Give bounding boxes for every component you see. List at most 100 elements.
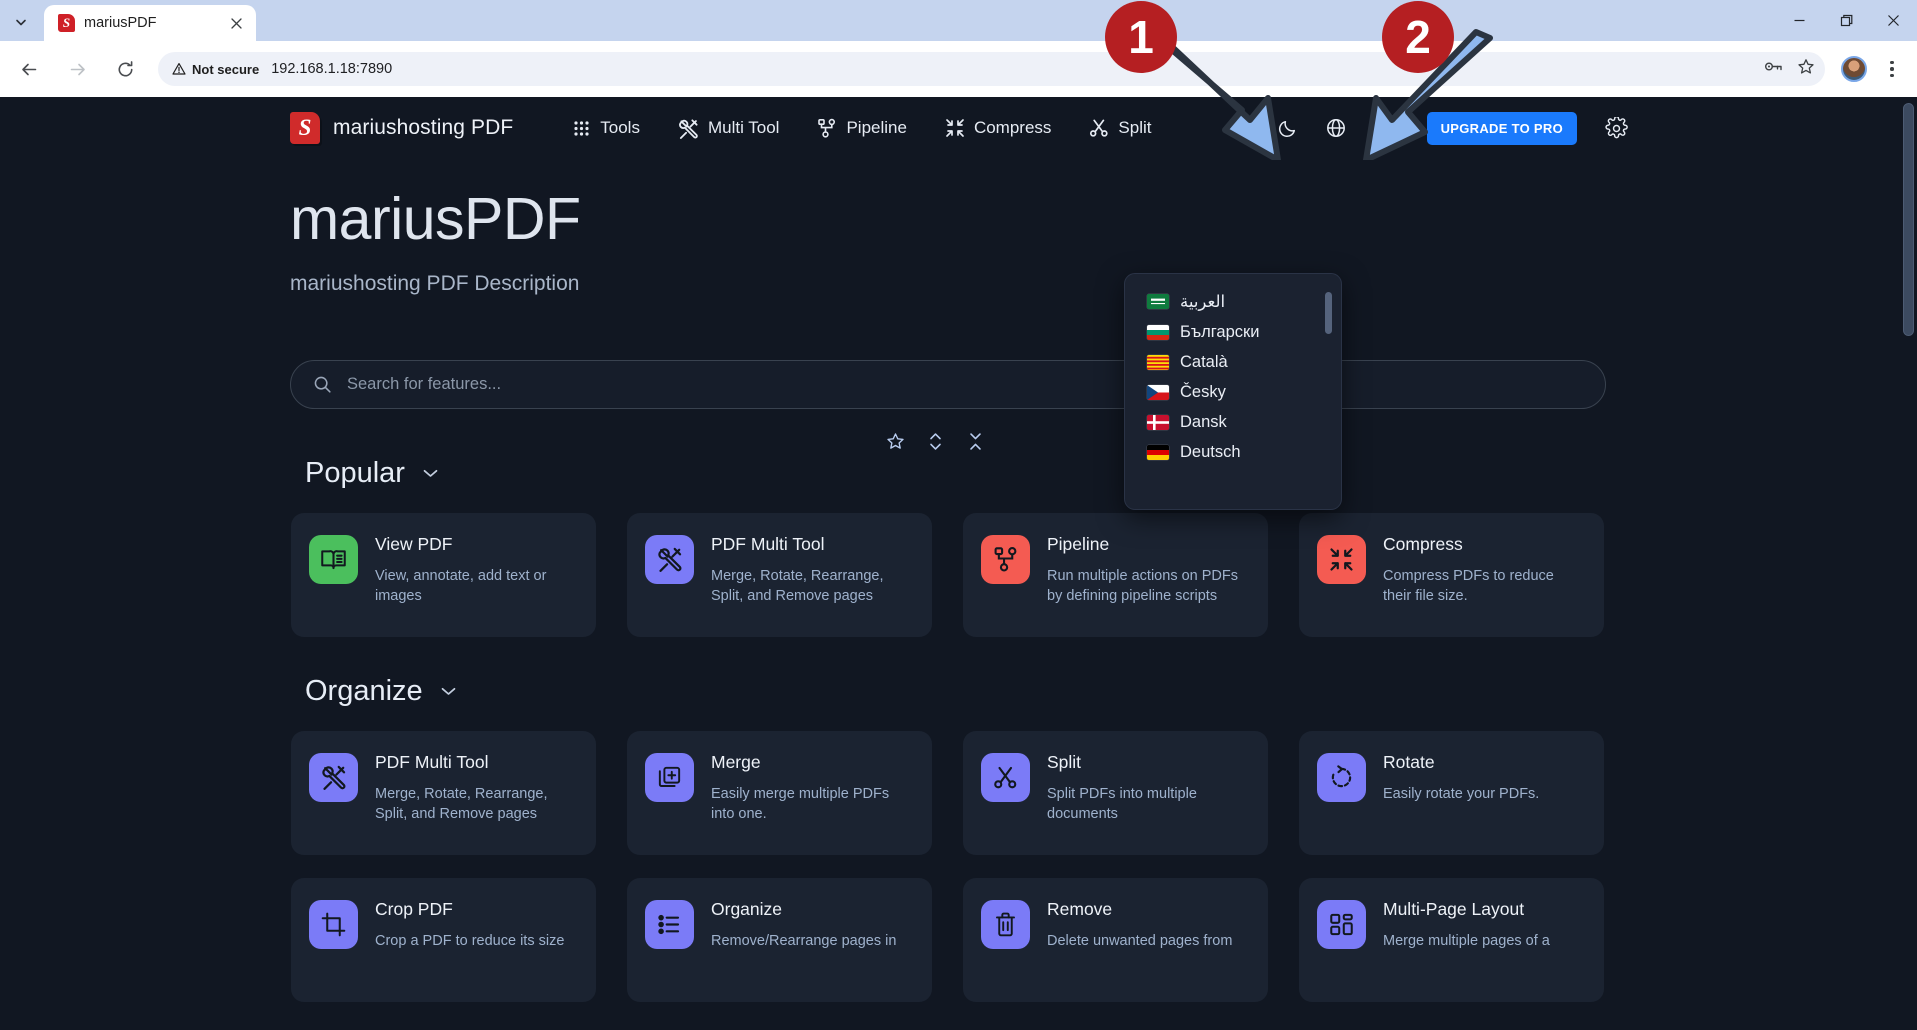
language-option-german[interactable]: Deutsch	[1125, 437, 1341, 467]
tool-card-desc: Run multiple actions on PDFs by defining…	[1047, 567, 1238, 605]
close-icon[interactable]	[1870, 0, 1917, 41]
restore-icon[interactable]	[1823, 0, 1870, 41]
page-scrollbar-track[interactable]	[1900, 97, 1917, 1030]
omnibox-actions	[1764, 52, 1815, 86]
cards-grid-organize-row2: Crop PDF Crop a PDF to reduce its size O…	[0, 877, 1917, 1002]
nav-item-compress[interactable]: Compress	[926, 108, 1070, 148]
tool-card-desc: Merge, Rotate, Rearrange, Split, and Rem…	[711, 567, 884, 605]
section-title: Organize	[305, 674, 423, 707]
tool-card-title: PDF Multi Tool	[711, 533, 825, 554]
language-option-danish[interactable]: Dansk	[1125, 407, 1341, 437]
annotation-badge-1: 1	[1105, 1, 1177, 73]
tool-card-merge[interactable]: Merge Easily merge multiple PDFs into on…	[627, 730, 932, 855]
security-indicator[interactable]: Not secure	[172, 62, 271, 77]
browser-tab[interactable]: mariusPDF	[44, 5, 256, 41]
tool-card-title: Remove	[1047, 898, 1113, 919]
nav-item-multi-tool[interactable]: Multi Tool	[659, 108, 799, 148]
tool-card-split[interactable]: Split Split PDFs into multiple documents	[963, 730, 1268, 855]
tool-card-title: View PDF	[375, 533, 453, 554]
page-scrollbar-thumb[interactable]	[1903, 103, 1914, 336]
language-option-arabic[interactable]: العربية	[1125, 286, 1341, 317]
layout-grid-icon	[1317, 899, 1366, 949]
scissors-icon	[981, 752, 1030, 802]
chevron-down-icon[interactable]	[440, 686, 457, 697]
forward-arrow-icon[interactable]	[59, 51, 95, 87]
expand-vertical-icon[interactable]	[922, 429, 948, 455]
tool-card-desc: Easily rotate your PDFs.	[1383, 785, 1540, 802]
tool-card-desc: Merge, Rotate, Rearrange, Split, and Rem…	[375, 785, 548, 823]
bookmark-star-icon[interactable]	[1797, 58, 1815, 81]
tool-card-pipeline[interactable]: Pipeline Run multiple actions on PDFs by…	[963, 512, 1268, 637]
star-icon[interactable]	[882, 429, 908, 455]
tool-card-desc: View, annotate, add text or images	[375, 567, 547, 605]
language-option-label: Česky	[1180, 382, 1226, 401]
tool-card-multi-page-layout[interactable]: Multi-Page Layout Merge multiple pages o…	[1299, 877, 1604, 1002]
reload-icon[interactable]	[107, 51, 143, 87]
tool-card-crop-pdf[interactable]: Crop PDF Crop a PDF to reduce its size	[291, 877, 596, 1002]
tool-card-remove[interactable]: Remove Delete unwanted pages from	[963, 877, 1268, 1002]
tool-card-desc: Delete unwanted pages from	[1047, 932, 1233, 949]
tool-card-title: PDF Multi Tool	[375, 751, 489, 772]
moon-icon[interactable]	[1267, 107, 1309, 149]
hero: mariusPDF mariushosting PDF Description	[0, 159, 1917, 296]
list-icon	[645, 899, 694, 949]
trash-icon	[981, 899, 1030, 949]
kebab-menu-icon[interactable]	[1879, 54, 1905, 84]
upgrade-to-pro-button[interactable]: UPGRADE TO PRO	[1426, 111, 1577, 145]
brand-name: mariushosting PDF	[333, 116, 514, 139]
search-input[interactable]: Search for features...	[347, 375, 501, 394]
minimize-icon[interactable]	[1776, 0, 1823, 41]
toolbar-right	[1833, 54, 1905, 84]
tool-card-desc: Split PDFs into multiple documents	[1047, 785, 1197, 823]
tab-strip: mariusPDF	[0, 0, 1917, 41]
search-icon[interactable]	[1363, 107, 1405, 149]
flag-bg-icon	[1147, 324, 1169, 340]
tool-card-compress[interactable]: Compress Compress PDFs to reduce their f…	[1299, 512, 1604, 637]
merge-plus-icon	[645, 752, 694, 802]
globe-icon[interactable]	[1315, 107, 1357, 149]
language-dropdown[interactable]: العربية Български Català Česky Dansk Deu	[1124, 273, 1342, 510]
gear-icon[interactable]	[1595, 107, 1637, 149]
annotation-badge-2: 2	[1382, 1, 1454, 73]
tool-card-title: Multi-Page Layout	[1383, 898, 1525, 919]
language-option-czech[interactable]: Česky	[1125, 377, 1341, 407]
collapse-vertical-icon[interactable]	[962, 429, 988, 455]
nav-item-label: Compress	[973, 118, 1052, 137]
tool-card-pdf-multi-tool[interactable]: PDF Multi Tool Merge, Rotate, Rearrange,…	[291, 730, 596, 855]
language-option-catalan[interactable]: Català	[1125, 347, 1341, 377]
section-title: Popular	[305, 456, 405, 489]
nav-item-split[interactable]: Split	[1070, 108, 1170, 148]
tool-card-view-pdf[interactable]: View PDF View, annotate, add text or ima…	[291, 512, 596, 637]
tools-hammer-wrench-icon	[645, 534, 694, 584]
pipeline-nodes-icon	[818, 118, 836, 138]
tool-card-title: Crop PDF	[375, 898, 453, 919]
avatar[interactable]	[1841, 56, 1867, 82]
tab-search-button[interactable]	[4, 7, 38, 37]
tool-card-desc: Easily merge multiple PDFs into one.	[711, 785, 890, 823]
search-box[interactable]: Search for features...	[290, 359, 1606, 409]
cards-grid-popular: View PDF View, annotate, add text or ima…	[0, 512, 1917, 637]
section-header-organize[interactable]: Organize	[0, 675, 1917, 708]
tool-card-rotate[interactable]: Rotate Easily rotate your PDFs.	[1299, 730, 1604, 855]
tool-card-pdf-multi-tool[interactable]: PDF Multi Tool Merge, Rotate, Rearrange,…	[627, 512, 932, 637]
back-arrow-icon[interactable]	[11, 51, 47, 87]
url-text: 192.168.1.18:7890	[271, 61, 393, 77]
star-icon[interactable]	[1219, 107, 1261, 149]
chevron-down-icon[interactable]	[422, 468, 439, 479]
tool-card-organize[interactable]: Organize Remove/Rearrange pages in	[627, 877, 932, 1002]
close-icon[interactable]	[226, 13, 246, 33]
tool-card-title: Pipeline	[1047, 533, 1110, 554]
password-key-icon[interactable]	[1764, 59, 1783, 79]
language-option-label: Dansk	[1180, 412, 1227, 431]
app-navbar-actions: UPGRADE TO PRO	[1219, 107, 1917, 149]
language-option-label: Deutsch	[1180, 442, 1241, 461]
address-bar[interactable]: Not secure 192.168.1.18:7890	[158, 52, 1825, 86]
brand[interactable]: mariushosting PDF	[290, 112, 513, 144]
language-dropdown-scrollbar[interactable]	[1325, 292, 1332, 334]
flag-dk-icon	[1147, 414, 1169, 430]
tool-card-title: Compress	[1383, 533, 1463, 554]
nav-item-pipeline[interactable]: Pipeline	[798, 108, 926, 148]
section-header-popular[interactable]: Popular	[0, 457, 1917, 490]
nav-item-tools[interactable]: Tools	[553, 108, 659, 148]
language-option-bulgarian[interactable]: Български	[1125, 317, 1341, 347]
